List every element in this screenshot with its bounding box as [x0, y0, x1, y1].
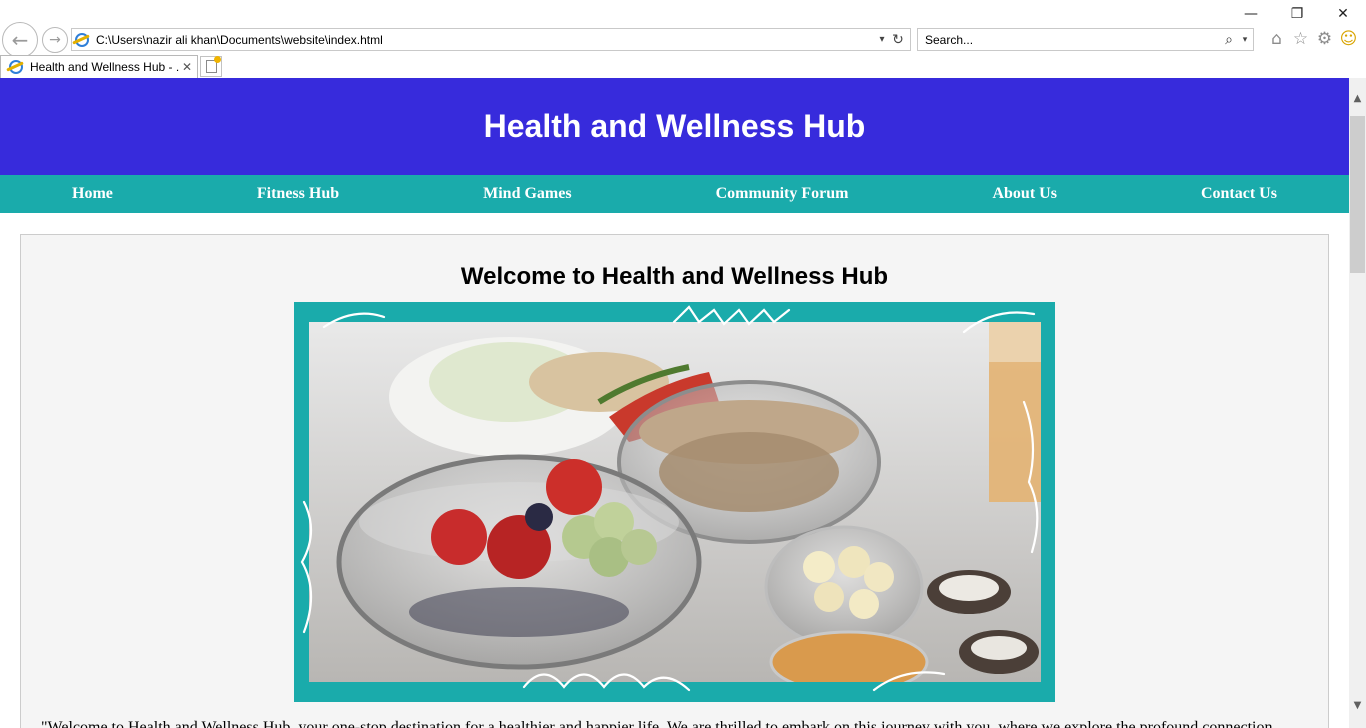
search-box[interactable]: ⌕ ▾ [917, 28, 1254, 51]
home-icon[interactable]: ⌂ [1266, 28, 1287, 50]
settings-gear-icon[interactable]: ⚙ [1314, 28, 1335, 50]
close-window-button[interactable]: ✕ [1320, 0, 1366, 28]
minimize-button[interactable]: — [1228, 0, 1274, 28]
hero-frame-doodles [300, 305, 1039, 692]
smiley-feedback-icon[interactable]: ☺ [1338, 28, 1359, 50]
vertical-scrollbar[interactable]: ▲ ▼ [1349, 78, 1366, 728]
tab-ie-icon [6, 57, 26, 78]
page-viewport: Health and Wellness Hub Home Fitness Hub… [0, 78, 1349, 728]
nav-link-home[interactable]: Home [72, 185, 113, 203]
back-button[interactable]: ← [2, 22, 38, 58]
browser-chrome: — ❐ ✕ ← → C:\Users\nazir ali khan\Docume… [0, 0, 1366, 78]
main-nav: Home Fitness Hub Mind Games Community Fo… [0, 175, 1349, 213]
tab-close-icon[interactable]: ✕ [179, 60, 195, 74]
search-icon[interactable]: ⌕ [1221, 29, 1237, 50]
hero-image-frame [294, 302, 1055, 702]
search-dropdown-icon[interactable]: ▾ [1237, 35, 1253, 45]
intro-paragraph: "Welcome to Health and Wellness Hub, you… [41, 719, 1273, 728]
nav-link-fitness-hub[interactable]: Fitness Hub [257, 185, 339, 203]
welcome-heading: Welcome to Health and Wellness Hub [460, 263, 889, 290]
tab-title: Health and Wellness Hub - ... [30, 60, 179, 74]
forward-button[interactable]: → [42, 27, 68, 53]
back-icon: ← [11, 28, 29, 52]
new-tab-icon [205, 56, 221, 73]
nav-link-contact-us[interactable]: Contact Us [1201, 185, 1277, 203]
favorites-star-icon[interactable]: ☆ [1290, 28, 1311, 50]
welcome-section: Welcome to Health and Wellness Hub "Welc… [20, 234, 1329, 728]
toolbar-icons: ⌂ ☆ ⚙ ☺ [1266, 28, 1359, 50]
scroll-down-arrow-icon[interactable]: ▼ [1349, 697, 1366, 714]
scroll-thumb[interactable] [1350, 116, 1365, 273]
forward-icon: → [49, 32, 61, 48]
nav-link-mind-games[interactable]: Mind Games [483, 185, 571, 203]
nav-link-about-us[interactable]: About Us [992, 185, 1056, 203]
nav-link-community-forum[interactable]: Community Forum [716, 185, 849, 203]
scroll-up-arrow-icon[interactable]: ▲ [1349, 90, 1366, 107]
site-header: Health and Wellness Hub [0, 78, 1349, 175]
refresh-icon[interactable]: ↻ [890, 29, 906, 50]
site-title: Health and Wellness Hub [483, 108, 866, 144]
search-input[interactable] [918, 29, 1221, 50]
ie-page-icon [72, 29, 92, 50]
window-controls: — ❐ ✕ [1228, 0, 1366, 28]
restore-button[interactable]: ❐ [1274, 0, 1320, 28]
new-tab-button[interactable] [200, 56, 222, 77]
address-dropdown-icon[interactable]: ▾ [874, 29, 890, 50]
browser-tab[interactable]: Health and Wellness Hub - ... ✕ [0, 55, 198, 78]
address-url[interactable]: C:\Users\nazir ali khan\Documents\websit… [96, 33, 874, 47]
address-bar[interactable]: C:\Users\nazir ali khan\Documents\websit… [71, 28, 911, 51]
